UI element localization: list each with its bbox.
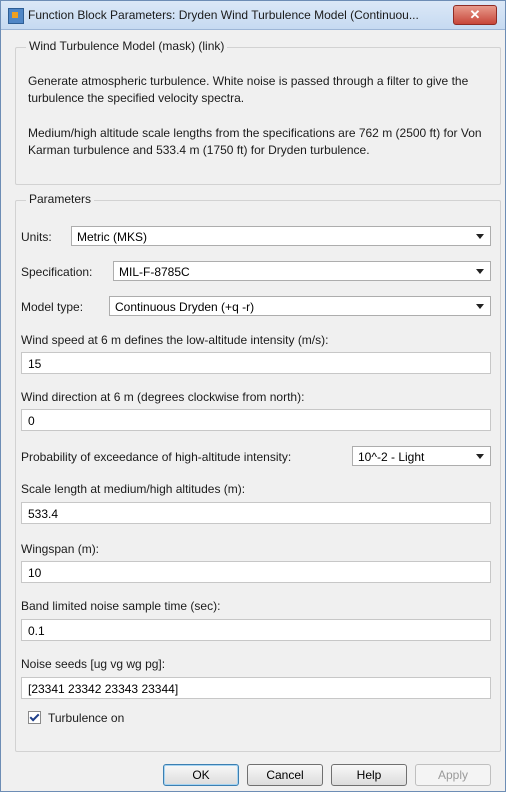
wingspan-field[interactable]: 10	[21, 561, 491, 583]
probability-value: 10^-2 - Light	[358, 450, 425, 464]
sample-time-label: Band limited noise sample time (sec):	[21, 599, 221, 613]
simulink-block-icon	[8, 8, 24, 24]
mask-description-2: Medium/high altitude scale lengths from …	[28, 126, 482, 157]
model-type-label: Model type:	[21, 300, 84, 314]
model-type-dropdown[interactable]: Continuous Dryden (+q -r)	[109, 296, 491, 316]
specification-value: MIL-F-8785C	[119, 265, 190, 279]
mask-groupbox: Wind Turbulence Model (mask) (link) Gene…	[15, 39, 501, 185]
window-title: Function Block Parameters: Dryden Wind T…	[28, 8, 419, 22]
sample-time-value: 0.1	[28, 624, 45, 638]
mask-title: Wind Turbulence Model (mask) (link)	[26, 39, 228, 53]
close-button[interactable]: ✕	[453, 5, 497, 25]
turbulence-on-checkbox[interactable]	[28, 711, 41, 724]
probability-label: Probability of exceedance of high-altitu…	[21, 450, 292, 464]
help-button[interactable]: Help	[331, 764, 407, 786]
specification-dropdown[interactable]: MIL-F-8785C	[113, 261, 491, 281]
dropdown-arrow-icon	[476, 269, 484, 274]
title-bar[interactable]: Function Block Parameters: Dryden Wind T…	[1, 1, 505, 30]
noise-seeds-label: Noise seeds [ug vg wg pg]:	[21, 657, 166, 671]
units-value: Metric (MKS)	[77, 230, 147, 244]
dropdown-arrow-icon	[476, 304, 484, 309]
cancel-button[interactable]: Cancel	[247, 764, 323, 786]
wind-speed-field[interactable]: 15	[21, 352, 491, 374]
model-type-value: Continuous Dryden (+q -r)	[115, 300, 255, 314]
scale-length-value: 533.4	[28, 507, 59, 521]
noise-seeds-value: [23341 23342 23343 23344]	[28, 682, 179, 696]
scale-length-field[interactable]: 533.4	[21, 502, 491, 524]
ok-button[interactable]: OK	[163, 764, 239, 786]
dropdown-arrow-icon	[476, 454, 484, 459]
units-label: Units:	[21, 230, 52, 244]
scale-length-label: Scale length at medium/high altitudes (m…	[21, 482, 246, 496]
apply-button[interactable]: Apply	[415, 764, 491, 786]
turbulence-on-label: Turbulence on	[48, 711, 125, 725]
wind-speed-label: Wind speed at 6 m defines the low-altitu…	[21, 333, 329, 347]
wind-direction-label: Wind direction at 6 m (degrees clockwise…	[21, 390, 305, 404]
sample-time-field[interactable]: 0.1	[21, 619, 491, 641]
probability-dropdown[interactable]: 10^-2 - Light	[352, 446, 491, 466]
units-dropdown[interactable]: Metric (MKS)	[71, 226, 491, 246]
wind-direction-value: 0	[28, 414, 35, 428]
specification-label: Specification:	[21, 265, 93, 279]
mask-description-1: Generate atmospheric turbulence. White n…	[28, 74, 469, 105]
dropdown-arrow-icon	[476, 234, 484, 239]
wind-direction-field[interactable]: 0	[21, 409, 491, 431]
parameters-title: Parameters	[26, 192, 95, 206]
wind-speed-value: 15	[28, 357, 42, 371]
wingspan-label: Wingspan (m):	[21, 542, 100, 556]
dialog-window: Function Block Parameters: Dryden Wind T…	[0, 0, 506, 792]
noise-seeds-field[interactable]: [23341 23342 23343 23344]	[21, 677, 491, 699]
wingspan-value: 10	[28, 566, 42, 580]
